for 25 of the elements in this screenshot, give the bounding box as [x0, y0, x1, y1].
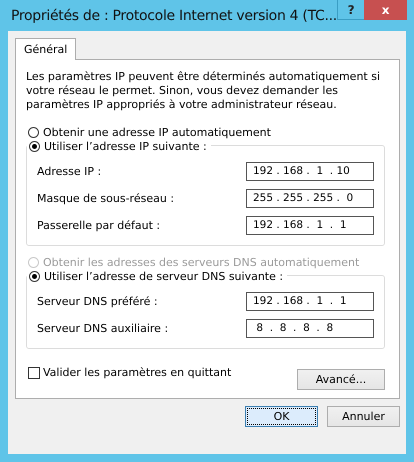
ip-address-field[interactable]: 192 . 168 . 1 . 1	[246, 292, 374, 311]
field-label: Masque de sous-réseau :	[37, 192, 174, 205]
cancel-button[interactable]: Annuler	[327, 406, 400, 427]
ip-address-field[interactable]: 255 . 255 . 255 . 0	[246, 189, 374, 208]
tab[interactable]: Général	[15, 38, 76, 60]
radio-icon[interactable]	[28, 127, 39, 138]
ip-address-field[interactable]: 192 . 168 . 1 . 10	[246, 162, 374, 181]
close-button[interactable]: x	[364, 0, 407, 20]
field-label: Passerelle par défaut :	[37, 219, 160, 232]
ip-address-field[interactable]: 192 . 168 . 1 . 1	[246, 216, 374, 235]
checkbox[interactable]	[28, 366, 40, 378]
ip-address-field[interactable]: 8 . 8 . 8 . 8	[246, 319, 374, 338]
radio-icon[interactable]	[29, 270, 40, 282]
ok-button[interactable]: OK	[245, 406, 318, 427]
radio-icon[interactable]	[29, 140, 40, 152]
help-button[interactable]: ?	[336, 0, 364, 20]
field-label: Serveur DNS préféré :	[37, 295, 158, 308]
checkbox-option[interactable]: Valider les paramètres en quittant	[28, 366, 232, 379]
field-label: Adresse IP :	[37, 165, 102, 178]
advanced-button[interactable]: Avancé...	[297, 369, 385, 390]
window-title: Propriétés de : Protocole Internet version 4 (TC...	[10, 7, 337, 24]
description-text: Les paramètres IP peuvent être déterminés automatiquement si votre réseau le permet. Sinon, vous devez demander les paramètres IP appropriés à votre administrateur réseau.	[26, 70, 382, 112]
field-label: Serveur DNS auxiliaire :	[37, 322, 168, 335]
radio-option[interactable]: Utiliser l’adresse IP suivante :	[27, 138, 211, 154]
radio-option[interactable]: Utiliser l’adresse de serveur DNS suivante :	[27, 268, 288, 284]
